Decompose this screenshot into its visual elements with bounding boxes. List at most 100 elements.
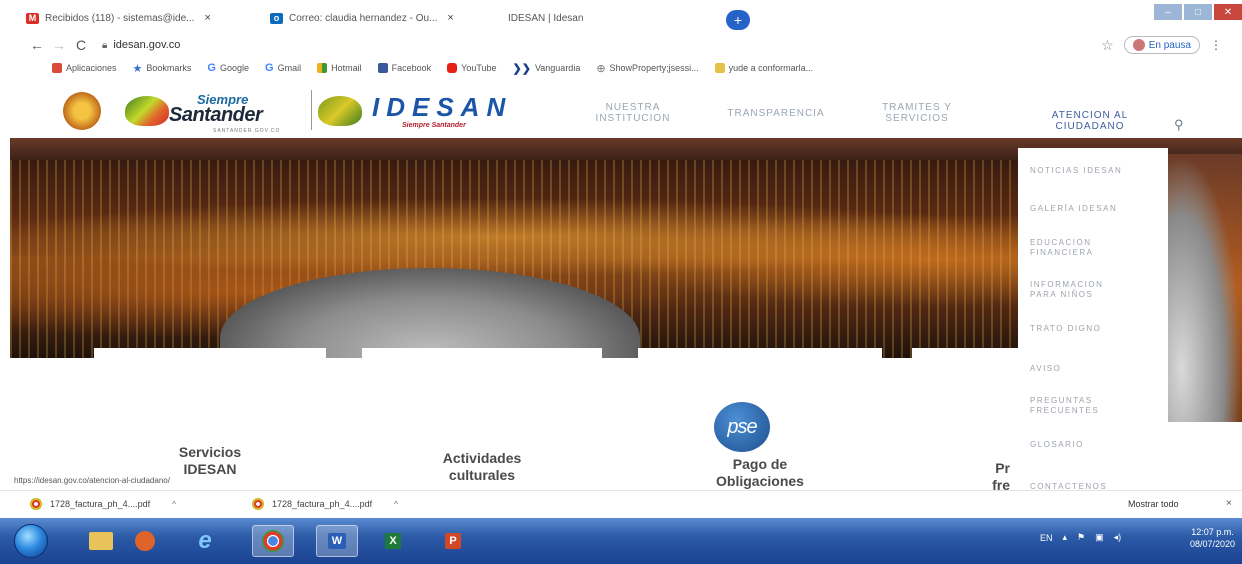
bookmark-item[interactable]: G Gmail bbox=[265, 62, 301, 74]
reload-icon[interactable]: C bbox=[70, 37, 92, 53]
new-tab-button[interactable]: + bbox=[726, 10, 750, 30]
menu-item-educacion-financiera[interactable]: EDUCACION FINANCIERA bbox=[1030, 238, 1093, 258]
close-icon[interactable]: × bbox=[204, 12, 210, 24]
profile-button[interactable]: En pausa bbox=[1123, 36, 1200, 54]
apps-icon bbox=[52, 63, 62, 73]
star-icon: ★ bbox=[132, 62, 143, 75]
forward-icon[interactable]: → bbox=[48, 37, 70, 53]
hero-right-image bbox=[1156, 154, 1242, 422]
bookmark-label: Hotmail bbox=[331, 63, 362, 73]
card-title: Pr fre bbox=[992, 460, 1010, 493]
nav-nuestra-institucion[interactable]: NUESTRA INSTITUCION bbox=[578, 102, 688, 124]
pse-logo[interactable]: pse bbox=[714, 402, 770, 452]
excel-icon: X bbox=[385, 533, 401, 549]
menu-item-galeria[interactable]: GALERÍA IDESAN bbox=[1030, 204, 1117, 214]
start-button[interactable] bbox=[14, 524, 48, 558]
download-item[interactable]: 1728_factura_ph_4....pdf ^ bbox=[252, 498, 398, 510]
chrome-pdf-icon bbox=[30, 498, 42, 510]
nav-label: SERVICIOS bbox=[885, 113, 949, 124]
powerpoint-icon: P bbox=[445, 533, 461, 549]
close-icon[interactable]: × bbox=[447, 12, 453, 24]
menu-item-informacion-ninos[interactable]: INFORMACION PARA NIÑOS bbox=[1030, 280, 1103, 300]
bookmark-label: ShowProperty;jsessi... bbox=[609, 63, 699, 73]
address-bar[interactable]: 🔒︎ idesan.gov.co bbox=[102, 39, 180, 51]
media-player-icon bbox=[135, 531, 155, 551]
menu-item-aviso[interactable]: AVISO bbox=[1030, 364, 1061, 374]
bookmark-item[interactable]: Aplicaciones bbox=[52, 63, 117, 73]
browser-tab-idesan[interactable]: IDESAN | Idesan × bbox=[494, 6, 720, 30]
network-icon[interactable]: ▣ bbox=[1095, 532, 1104, 543]
bookmark-star-icon[interactable]: ☆ bbox=[1101, 37, 1114, 54]
bookmark-label: yude a conformarla... bbox=[728, 63, 814, 73]
menu-item-trato-digno[interactable]: TRATO DIGNO bbox=[1030, 324, 1101, 334]
bookmark-item[interactable]: yude a conformarla... bbox=[714, 63, 814, 73]
outlook-icon: o bbox=[270, 12, 283, 24]
vanguardia-icon: ❯❯ bbox=[512, 62, 531, 75]
atencion-dropdown-menu: NOTICIAS IDESAN GALERÍA IDESAN EDUCACION… bbox=[1018, 148, 1168, 500]
window-close-icon[interactable]: ✕ bbox=[1214, 4, 1242, 20]
back-icon[interactable]: ← bbox=[26, 37, 48, 53]
explorer-folder-icon bbox=[89, 532, 113, 550]
bookmark-item[interactable]: YouTube bbox=[447, 63, 497, 73]
gmail-icon: M bbox=[26, 12, 39, 24]
minimize-icon[interactable]: – bbox=[1154, 4, 1182, 20]
tray-arrow-icon[interactable]: ▴ bbox=[1063, 532, 1068, 543]
clock-time: 12:07 p.m. bbox=[1191, 527, 1234, 537]
menu-item-preguntas-frecuentes[interactable]: PREGUNTAS FRECUENTES bbox=[1030, 396, 1099, 416]
taskbar-explorer[interactable] bbox=[80, 525, 122, 557]
bookmark-item[interactable]: Hotmail bbox=[317, 63, 362, 73]
nav-label: CIUDADANO bbox=[1055, 121, 1125, 132]
msn-icon bbox=[317, 63, 328, 73]
browser-tab-gmail[interactable]: M Recibidos (118) - sistemas@ide... × bbox=[18, 6, 258, 30]
menu-icon[interactable]: ⋮ bbox=[1210, 38, 1222, 52]
bookmark-item[interactable]: ★ Bookmarks bbox=[133, 62, 192, 75]
nav-atencion-ciudadano[interactable]: ATENCION AL CIUDADANO bbox=[1030, 110, 1150, 132]
language-indicator[interactable]: EN bbox=[1040, 533, 1053, 543]
hero-cloud-shape bbox=[220, 268, 640, 358]
bookmark-item[interactable]: ⊕ ShowProperty;jsessi... bbox=[596, 62, 698, 75]
menu-item-noticias[interactable]: NOTICIAS IDESAN bbox=[1030, 166, 1122, 176]
fruit-icon bbox=[125, 96, 169, 126]
card-actividades-culturales[interactable]: Actividades culturales bbox=[362, 348, 602, 498]
system-tray: EN ▴ ⚑ ▣ ◂) bbox=[1040, 532, 1121, 543]
chrome-pdf-icon bbox=[252, 498, 264, 510]
nav-transparencia[interactable]: TRANSPARENCIA bbox=[716, 108, 836, 119]
taskbar-clock[interactable]: 12:07 p.m. 08/07/2020 bbox=[1190, 526, 1235, 550]
card-title: Servicios IDESAN bbox=[178, 444, 242, 477]
maximize-icon[interactable]: □ bbox=[1184, 4, 1212, 20]
siempre-santander-logo[interactable]: Siempre Santander SANTANDER.GOV.CO bbox=[125, 92, 300, 134]
chevron-up-icon[interactable]: ^ bbox=[172, 500, 176, 509]
bookmark-item[interactable]: ❯❯ Vanguardia bbox=[513, 62, 581, 75]
bookmark-item[interactable]: G Google bbox=[207, 62, 249, 74]
show-all-downloads-button[interactable]: Mostrar todo bbox=[1128, 499, 1179, 509]
taskbar-internet-explorer[interactable]: e bbox=[184, 525, 226, 557]
bookmark-label: Vanguardia bbox=[534, 63, 581, 73]
browser-tab-strip: M Recibidos (118) - sistemas@ide... × o … bbox=[0, 0, 1242, 34]
santander-shield-logo[interactable] bbox=[63, 92, 101, 130]
tab-label: Recibidos (118) - sistemas@ide... bbox=[45, 12, 195, 24]
idesan-logo[interactable]: IDESAN Siempre Santander bbox=[318, 92, 518, 132]
nav-label: ATENCION AL bbox=[1051, 110, 1129, 121]
search-icon[interactable]: ⚲ bbox=[1174, 117, 1184, 133]
taskbar-chrome[interactable] bbox=[252, 525, 294, 557]
bookmark-label: Gmail bbox=[277, 63, 302, 73]
windows-taskbar: e W X P EN ▴ ⚑ ▣ ◂) 12:07 p.m. 08/07/202… bbox=[0, 518, 1242, 564]
download-item[interactable]: 1728_factura_ph_4....pdf ^ bbox=[30, 498, 176, 510]
nav-tramites-servicios[interactable]: TRAMITES Y SERVICIOS bbox=[862, 102, 972, 124]
flag-icon[interactable]: ⚑ bbox=[1077, 532, 1085, 543]
volume-icon[interactable]: ◂) bbox=[1114, 532, 1122, 543]
browser-tab-outlook[interactable]: o Correo: claudia hernandez - Ou... × bbox=[262, 6, 498, 30]
logo-idesan-tagline: Siempre Santander bbox=[402, 122, 466, 129]
bookmark-item[interactable]: Facebook bbox=[377, 63, 431, 73]
close-icon[interactable]: × bbox=[1226, 498, 1232, 509]
google-icon: G bbox=[207, 62, 216, 74]
card-preguntas-frecuentes[interactable]: Pr fre bbox=[912, 348, 1022, 498]
chevron-up-icon[interactable]: ^ bbox=[394, 500, 398, 509]
chrome-icon bbox=[262, 530, 284, 552]
menu-item-glosario[interactable]: GLOSARIO bbox=[1030, 440, 1084, 450]
status-bar-url: https://idesan.gov.co/atencion-al-ciudad… bbox=[14, 476, 170, 485]
taskbar-powerpoint[interactable]: P bbox=[432, 525, 474, 557]
taskbar-media-player[interactable] bbox=[124, 525, 166, 557]
taskbar-word[interactable]: W bbox=[316, 525, 358, 557]
taskbar-excel[interactable]: X bbox=[372, 525, 414, 557]
